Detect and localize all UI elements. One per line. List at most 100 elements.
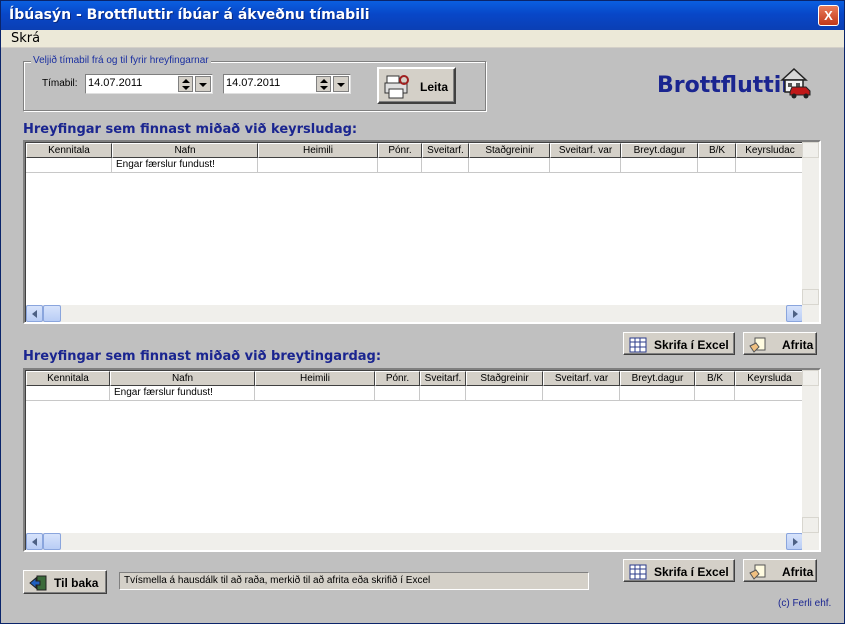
scroll-right-button[interactable] xyxy=(786,305,803,322)
grid1-cell-kennitala[interactable] xyxy=(26,158,112,173)
grid1-col-keyrsludag[interactable]: Keyrsludac xyxy=(736,143,804,158)
grid2-col-sveitarf[interactable]: Sveitarf. xyxy=(420,371,466,386)
copy-hand-icon xyxy=(749,337,766,353)
house-car-icon xyxy=(780,67,811,99)
excel-button-1[interactable]: Skrifa í Excel xyxy=(623,332,735,355)
grid1-col-ponr[interactable]: Pónr. xyxy=(378,143,422,158)
back-button-label: Til baka xyxy=(54,576,99,590)
grid2-col-breytdagur[interactable]: Breyt.dagur xyxy=(620,371,695,386)
main-window: Íbúasýn - Brottfluttir íbúar á ákveðnu t… xyxy=(0,0,845,624)
grid2-cell-stadgreinir[interactable] xyxy=(466,386,543,401)
grid2-cell-keyrsludag[interactable] xyxy=(735,386,804,401)
grid1-cell-breytdagur[interactable] xyxy=(621,158,698,173)
excel-button-2-label: Skrifa í Excel xyxy=(654,565,729,579)
grid2-col-kennitala[interactable]: Kennitala xyxy=(26,371,110,386)
grid2-cell-kennitala[interactable] xyxy=(26,386,110,401)
period-group-label: Veljið tímabil frá og til fyrir hreyfing… xyxy=(31,55,211,66)
scroll-left-button[interactable] xyxy=(26,305,43,322)
grid2-cell-bk[interactable] xyxy=(695,386,735,401)
chevron-down-icon xyxy=(337,83,345,87)
spin-down-icon[interactable] xyxy=(320,86,328,90)
spin-down-icon[interactable] xyxy=(182,86,190,90)
grid1-title: Hreyfingar sem finnast miðað við keyrslu… xyxy=(23,122,358,137)
grid-by-change-date[interactable]: Kennitala Nafn Heimili Pónr. Sveitarf. S… xyxy=(23,368,821,552)
grid2-cell-sveitarf-var[interactable] xyxy=(543,386,620,401)
window-title: Íbúasýn - Brottfluttir íbúar á ákveðnu t… xyxy=(9,7,370,23)
search-button[interactable]: Leita xyxy=(377,67,456,104)
grid1-cell-sveitarf[interactable] xyxy=(422,158,469,173)
grid1-cell-bk[interactable] xyxy=(698,158,736,173)
grid2-col-stadgreinir[interactable]: Staðgreinir xyxy=(466,371,543,386)
grid1-cell-ponr[interactable] xyxy=(378,158,422,173)
title-bar[interactable]: Íbúasýn - Brottfluttir íbúar á ákveðnu t… xyxy=(1,1,844,30)
date-from-dropdown-button[interactable] xyxy=(195,76,211,92)
date-to-value[interactable]: 14.07.2011 xyxy=(226,77,280,89)
grid1-col-bk[interactable]: B/K xyxy=(698,143,736,158)
date-to-picker[interactable]: 14.07.2011 xyxy=(223,74,351,94)
close-button[interactable]: X xyxy=(818,5,839,26)
grid1-col-nafn[interactable]: Nafn xyxy=(112,143,258,158)
scroll-down-icon[interactable] xyxy=(802,289,819,305)
grid2-col-heimili[interactable]: Heimili xyxy=(255,371,375,386)
grid1-cell-heimili[interactable] xyxy=(258,158,378,173)
grid2-vertical-scrollbar[interactable] xyxy=(802,370,819,533)
grid1-vertical-scrollbar[interactable] xyxy=(802,142,819,305)
grid1-col-breytdagur[interactable]: Breyt.dagur xyxy=(621,143,698,158)
grid1-cell-keyrsludag[interactable] xyxy=(736,158,804,173)
grid2-cell-heimili[interactable] xyxy=(255,386,375,401)
grid1-col-sveitarf[interactable]: Sveitarf. xyxy=(422,143,469,158)
grid2-col-ponr[interactable]: Pónr. xyxy=(375,371,420,386)
scroll-up-icon[interactable] xyxy=(802,142,819,158)
copy-button-2[interactable]: Afrita xyxy=(743,559,817,582)
date-to-dropdown-button[interactable] xyxy=(333,76,349,92)
grid1-col-heimili[interactable]: Heimili xyxy=(258,143,378,158)
scroll-thumb[interactable] xyxy=(43,305,61,322)
scroll-left-button[interactable] xyxy=(26,533,43,550)
grid1-col-sveitarf-var[interactable]: Sveitarf. var xyxy=(550,143,621,158)
grid1-cell-sveitarf-var[interactable] xyxy=(550,158,621,173)
printer-search-icon xyxy=(384,75,409,99)
status-text: Tvísmella á hausdálk til að raða, merkið… xyxy=(119,572,589,590)
search-button-label: Leita xyxy=(420,80,449,94)
scroll-right-button[interactable] xyxy=(786,533,803,550)
grid2-cell-sveitarf[interactable] xyxy=(420,386,466,401)
grid2-cell-breytdagur[interactable] xyxy=(620,386,695,401)
grid2-cell-ponr[interactable] xyxy=(375,386,420,401)
copyright: (c) Ferli ehf. xyxy=(778,598,832,609)
grid1-empty-message[interactable]: Engar færslur fundust! xyxy=(112,158,258,173)
grid2-size-grip xyxy=(802,533,819,550)
grid1-horizontal-scrollbar[interactable] xyxy=(26,305,803,322)
grid1-cell-stadgreinir[interactable] xyxy=(469,158,550,173)
grid2-col-sveitarf-var[interactable]: Sveitarf. var xyxy=(543,371,620,386)
date-to-spinner[interactable] xyxy=(316,76,331,92)
scroll-down-icon[interactable] xyxy=(802,517,819,533)
menu-item-skra[interactable]: Skrá xyxy=(11,31,40,46)
spin-up-icon[interactable] xyxy=(320,79,328,83)
date-from-spinner[interactable] xyxy=(178,76,193,92)
period-label: Tímabil: xyxy=(42,78,78,89)
spin-up-icon[interactable] xyxy=(182,79,190,83)
date-from-picker[interactable]: 14.07.2011 xyxy=(85,74,213,94)
exit-door-icon xyxy=(29,575,47,591)
grid2-col-nafn[interactable]: Nafn xyxy=(110,371,255,386)
grid2-col-keyrsludag[interactable]: Keyrsluda xyxy=(735,371,804,386)
copy-button-1[interactable]: Afrita xyxy=(743,332,817,355)
menu-bar: Skrá xyxy=(1,30,844,48)
date-from-value[interactable]: 14.07.2011 xyxy=(88,77,142,89)
grid2-title: Hreyfingar sem finnast miðað við breytin… xyxy=(23,349,382,364)
scroll-thumb[interactable] xyxy=(43,533,61,550)
grid1-col-kennitala[interactable]: Kennitala xyxy=(26,143,112,158)
arrow-left-icon xyxy=(32,538,37,546)
scroll-up-icon[interactable] xyxy=(802,370,819,386)
grid1-col-stadgreinir[interactable]: Staðgreinir xyxy=(469,143,550,158)
excel-button-2[interactable]: Skrifa í Excel xyxy=(623,559,735,582)
spreadsheet-icon xyxy=(629,564,647,580)
spreadsheet-icon xyxy=(629,337,647,353)
grid2-horizontal-scrollbar[interactable] xyxy=(26,533,803,550)
grid1-size-grip xyxy=(802,305,819,322)
back-button[interactable]: Til baka xyxy=(23,570,107,594)
grid2-empty-message[interactable]: Engar færslur fundust! xyxy=(110,386,255,401)
grid-by-run-date[interactable]: Kennitala Nafn Heimili Pónr. Sveitarf. S… xyxy=(23,140,821,324)
copy-button-2-label: Afrita xyxy=(782,565,814,579)
grid2-col-bk[interactable]: B/K xyxy=(695,371,735,386)
